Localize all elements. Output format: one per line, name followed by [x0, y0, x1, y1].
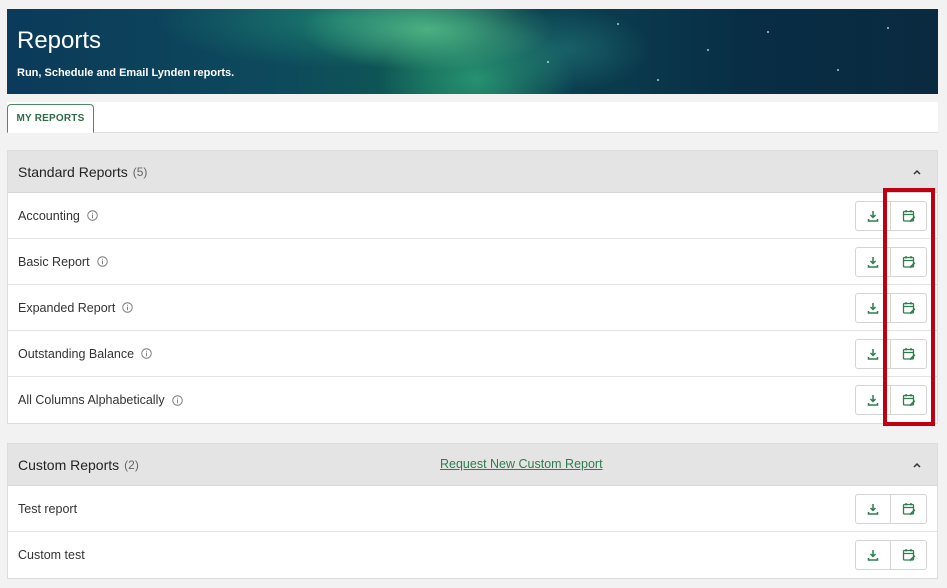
download-icon [867, 395, 879, 406]
download-icon [867, 504, 879, 515]
download-icon [867, 349, 879, 360]
standard-reports-panel: Standard Reports (5) Accounting Basic Re… [7, 150, 938, 424]
custom-reports-header[interactable]: Custom Reports (2) Request New Custom Re… [8, 444, 937, 486]
custom-reports-panel: Custom Reports (2) Request New Custom Re… [7, 443, 938, 579]
report-row: Basic Report [8, 239, 937, 285]
calendar-edit-icon [902, 503, 915, 516]
tab-bar: MY REPORTS [7, 102, 938, 133]
report-name: All Columns Alphabetically [18, 393, 165, 407]
download-button[interactable] [855, 293, 891, 323]
schedule-button[interactable] [891, 540, 927, 570]
report-name: Basic Report [18, 254, 90, 269]
info-icon[interactable] [122, 302, 134, 313]
page-title: Reports [17, 27, 102, 54]
info-icon[interactable] [96, 256, 108, 267]
info-icon[interactable] [141, 348, 152, 359]
download-button[interactable] [855, 247, 891, 277]
calendar-edit-icon [902, 302, 915, 315]
schedule-button[interactable] [891, 494, 927, 524]
chevron-up-icon[interactable] [911, 459, 923, 471]
section-count: (5) [132, 164, 148, 179]
section-count: (2) [124, 457, 139, 472]
header-banner: Reports Run, Schedule and Email Lynden r… [7, 9, 938, 94]
calendar-edit-icon [902, 210, 915, 223]
standard-reports-header[interactable]: Standard Reports (5) [8, 151, 937, 193]
calendar-edit-icon [902, 256, 915, 269]
download-button[interactable] [855, 339, 891, 369]
report-row: Outstanding Balance [8, 331, 937, 377]
report-name: Custom test [18, 548, 85, 562]
report-name: Accounting [18, 208, 80, 223]
report-row: Test report [8, 486, 937, 532]
download-button[interactable] [855, 201, 891, 231]
report-row: Custom test [8, 532, 937, 578]
download-icon [867, 257, 879, 268]
calendar-edit-icon [902, 549, 915, 562]
report-row: All Columns Alphabetically [8, 377, 937, 423]
report-row: Expanded Report [8, 285, 937, 331]
download-button[interactable] [855, 385, 891, 415]
schedule-button[interactable] [891, 385, 927, 415]
section-title: Standard Reports [18, 163, 128, 180]
calendar-edit-icon [902, 394, 915, 407]
calendar-edit-icon [902, 348, 915, 361]
section-title: Custom Reports [18, 456, 120, 473]
download-icon [867, 211, 879, 222]
request-custom-report-link[interactable]: Request New Custom Report [440, 457, 603, 471]
report-name: Expanded Report [18, 300, 116, 315]
page-subtitle: Run, Schedule and Email Lynden reports. [17, 67, 235, 79]
download-icon [867, 550, 879, 561]
chevron-up-icon[interactable] [911, 166, 923, 178]
report-name: Test report [18, 501, 78, 516]
schedule-button[interactable] [891, 339, 927, 369]
download-button[interactable] [855, 540, 891, 570]
download-button[interactable] [855, 494, 891, 524]
tab-my-reports[interactable]: MY REPORTS [7, 104, 94, 133]
info-icon[interactable] [87, 210, 98, 221]
info-icon[interactable] [171, 394, 183, 406]
report-row: Accounting [8, 193, 937, 239]
schedule-button[interactable] [891, 293, 927, 323]
schedule-button[interactable] [891, 247, 927, 277]
report-name: Outstanding Balance [18, 346, 135, 361]
schedule-button[interactable] [891, 201, 927, 231]
download-icon [867, 303, 879, 314]
